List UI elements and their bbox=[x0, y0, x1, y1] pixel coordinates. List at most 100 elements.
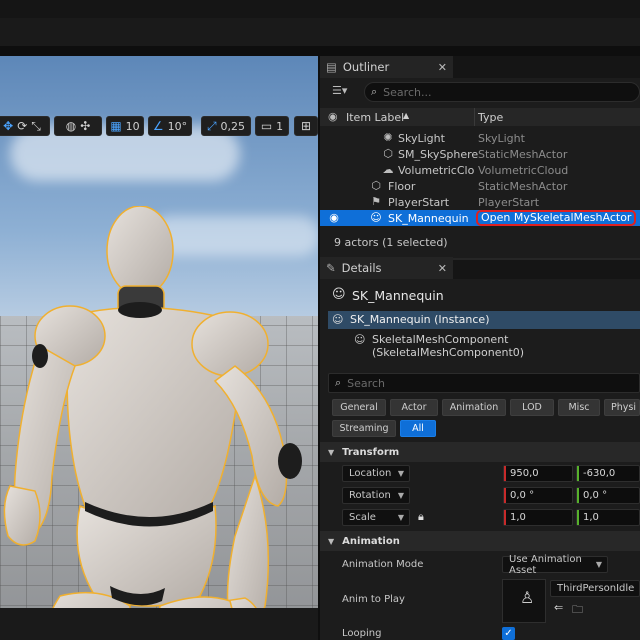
anim-asset-dropdown[interactable]: ThirdPersonIdle bbox=[550, 580, 640, 597]
scale-icon[interactable]: ⤡ bbox=[31, 119, 41, 134]
filter-misc[interactable]: Misc bbox=[558, 399, 600, 416]
close-icon[interactable]: ✕ bbox=[438, 61, 447, 74]
visibility-eye-icon[interactable]: ◉ bbox=[328, 212, 340, 224]
outliner-row-sk-mannequin[interactable]: ◉ ☺ SK_Mannequin Open MySkeletalMeshActo… bbox=[320, 210, 640, 226]
rotate-icon[interactable]: ⟳ bbox=[17, 119, 27, 133]
player-start-icon: ⚑ bbox=[371, 195, 381, 208]
outliner-tab-label: Outliner bbox=[342, 60, 390, 74]
scale-x-field[interactable]: 1,0 bbox=[503, 509, 573, 526]
viewport-bottom-bar bbox=[0, 608, 318, 640]
scale-snap-value: 0,25 bbox=[220, 119, 246, 133]
tab-outliner[interactable]: ▤ Outliner ✕ bbox=[320, 56, 453, 78]
close-icon[interactable]: ✕ bbox=[438, 262, 447, 275]
world-icon[interactable]: ◍ bbox=[66, 119, 76, 133]
outliner-search-placeholder: Search... bbox=[383, 85, 432, 99]
anim-asset-thumbnail[interactable]: ♙ bbox=[502, 579, 546, 623]
outliner-row-floor[interactable]: ⬡ Floor StaticMeshActor bbox=[320, 178, 640, 194]
rotation-x-field[interactable]: 0,0 ° bbox=[503, 487, 573, 504]
open-actor-link[interactable]: Open MySkeletalMeshActor bbox=[476, 210, 637, 226]
outliner-row-playerstart[interactable]: ⚑ PlayerStart PlayerStart bbox=[320, 194, 640, 210]
location-x-field[interactable]: 950,0 bbox=[503, 465, 573, 482]
looping-label: Looping bbox=[342, 628, 382, 639]
angle-icon: ∠ bbox=[152, 119, 164, 133]
layout-grid-icon: ⊞ bbox=[300, 119, 312, 133]
scale-snap-button[interactable]: ⤢ 0,25 bbox=[201, 116, 251, 136]
grid-snap-button[interactable]: ▦ 10 bbox=[106, 116, 144, 136]
camera-speed-button[interactable]: ▭ 1 bbox=[255, 116, 289, 136]
chevron-down-icon: ▼ bbox=[328, 447, 335, 457]
rotation-mode-dropdown[interactable]: Rotation ▼ bbox=[342, 487, 410, 504]
browse-folder-icon[interactable]: 🗀 bbox=[572, 601, 583, 620]
location-mode-dropdown[interactable]: Location ▼ bbox=[342, 465, 410, 482]
surface-snap-icon[interactable]: ✣ bbox=[80, 119, 90, 133]
details-panel: ☺ SK_Mannequin ☺ SK_Mannequin (Instance)… bbox=[320, 279, 640, 640]
component-child-row[interactable]: ☺ SkeletalMeshComponent (SkeletalMeshCom… bbox=[328, 331, 640, 359]
lock-icon[interactable]: 🔒︎ bbox=[418, 510, 424, 524]
scale-y-field[interactable]: 1,0 bbox=[576, 509, 640, 526]
filter-general[interactable]: General bbox=[332, 399, 386, 416]
filter-lod[interactable]: LOD bbox=[510, 399, 554, 416]
looping-checkbox[interactable]: ✓ bbox=[502, 627, 515, 640]
camera-icon: ▭ bbox=[260, 119, 273, 133]
visibility-eye-icon[interactable]: ◉ bbox=[328, 110, 338, 123]
component-root-row[interactable]: ☺ SK_Mannequin (Instance) bbox=[328, 311, 640, 329]
search-icon: ⌕ bbox=[335, 376, 342, 389]
title-bar bbox=[0, 0, 640, 18]
grid-icon: ▦ bbox=[110, 119, 122, 133]
main-toolbar bbox=[0, 18, 640, 46]
transform-mode-group[interactable]: ✥ ⟳ ⤡ bbox=[0, 116, 50, 136]
outliner-tab-icon: ▤ bbox=[326, 60, 337, 74]
skeletal-mesh-icon: ☺ bbox=[370, 211, 382, 224]
chevron-down-icon: ▼ bbox=[397, 513, 404, 522]
actor-name[interactable]: SK_Mannequin bbox=[352, 288, 444, 303]
mannequin-actor[interactable] bbox=[0, 206, 318, 640]
section-animation[interactable]: ▼ Animation bbox=[320, 531, 640, 551]
level-viewport[interactable]: ✥ ⟳ ⤡ ◍ ✣ ▦ 10 ∠ 10° ⤢ 0,25 ▭ 1 ⊞ bbox=[0, 56, 318, 640]
sort-ascending-icon[interactable]: ▲ bbox=[403, 111, 409, 120]
right-panels: ▤ Outliner ✕ ☰▾ ⌕ Search... ◉ Item Label… bbox=[320, 56, 640, 640]
filter-animation[interactable]: Animation bbox=[442, 399, 506, 416]
mannequin-thumbnail-icon: ♙ bbox=[520, 588, 535, 607]
outliner-search-input[interactable]: ⌕ Search... bbox=[364, 82, 640, 102]
outliner-row-volumetric-cloud[interactable]: ☁ VolumetricClou VolumetricCloud bbox=[320, 162, 640, 178]
chevron-down-icon: ▼ bbox=[595, 560, 602, 569]
layout-button[interactable]: ⊞ bbox=[294, 116, 318, 136]
filter-actor[interactable]: Actor bbox=[390, 399, 438, 416]
details-tab-icon: ✎ bbox=[326, 261, 336, 275]
filter-physics[interactable]: Physi bbox=[604, 399, 640, 416]
animation-mode-label: Animation Mode bbox=[342, 559, 424, 570]
grid-snap-value: 10 bbox=[125, 119, 140, 133]
search-icon: ⌕ bbox=[371, 85, 378, 98]
skeletal-mesh-icon: ☺ bbox=[332, 287, 346, 302]
coordinate-group[interactable]: ◍ ✣ bbox=[54, 116, 102, 136]
rotation-snap-value: 10° bbox=[167, 119, 188, 133]
tab-details[interactable]: ✎ Details ✕ bbox=[320, 257, 453, 279]
use-selected-icon[interactable]: ⇐ bbox=[554, 601, 563, 614]
outliner-panel: ☰▾ ⌕ Search... ◉ Item Label ▲ Type ✺ Sky… bbox=[320, 78, 640, 260]
outliner-row-skysphere[interactable]: ⬡ SM_SkySphere StaticMeshActor bbox=[320, 146, 640, 162]
filter-icon[interactable]: ☰▾ bbox=[332, 84, 347, 97]
rotation-snap-button[interactable]: ∠ 10° bbox=[148, 116, 192, 136]
chevron-down-icon: ▼ bbox=[397, 469, 404, 478]
details-tab-label: Details bbox=[341, 261, 382, 275]
toolbar-separator bbox=[0, 46, 640, 56]
scale-mode-dropdown[interactable]: Scale ▼ bbox=[342, 509, 410, 526]
outliner-row-skylight[interactable]: ✺ SkyLight SkyLight bbox=[320, 130, 640, 146]
column-type[interactable]: Type bbox=[478, 111, 503, 124]
filter-streaming[interactable]: Streaming bbox=[332, 420, 396, 437]
move-icon[interactable]: ✥ bbox=[3, 119, 13, 133]
rotation-y-field[interactable]: 0,0 ° bbox=[576, 487, 640, 504]
column-divider bbox=[474, 108, 475, 126]
anim-to-play-label: Anim to Play bbox=[342, 594, 405, 605]
animation-mode-dropdown[interactable]: Use Animation Asset ▼ bbox=[502, 554, 608, 576]
viewport-toolbar: ✥ ⟳ ⤡ ◍ ✣ ▦ 10 ∠ 10° ⤢ 0,25 ▭ 1 ⊞ bbox=[0, 114, 318, 140]
skeletal-mesh-icon: ☺ bbox=[354, 333, 366, 346]
outliner-header: ◉ Item Label ▲ Type bbox=[320, 108, 640, 126]
column-item-label[interactable]: Item Label bbox=[346, 111, 404, 124]
filter-all[interactable]: All bbox=[400, 420, 436, 437]
section-transform[interactable]: ▼ Transform bbox=[320, 442, 640, 462]
location-y-field[interactable]: -630,0 bbox=[576, 465, 640, 482]
details-search-input[interactable]: ⌕ Search bbox=[328, 373, 640, 393]
details-search-placeholder: Search bbox=[347, 376, 385, 390]
outliner-status: 9 actors (1 selected) bbox=[334, 236, 448, 249]
